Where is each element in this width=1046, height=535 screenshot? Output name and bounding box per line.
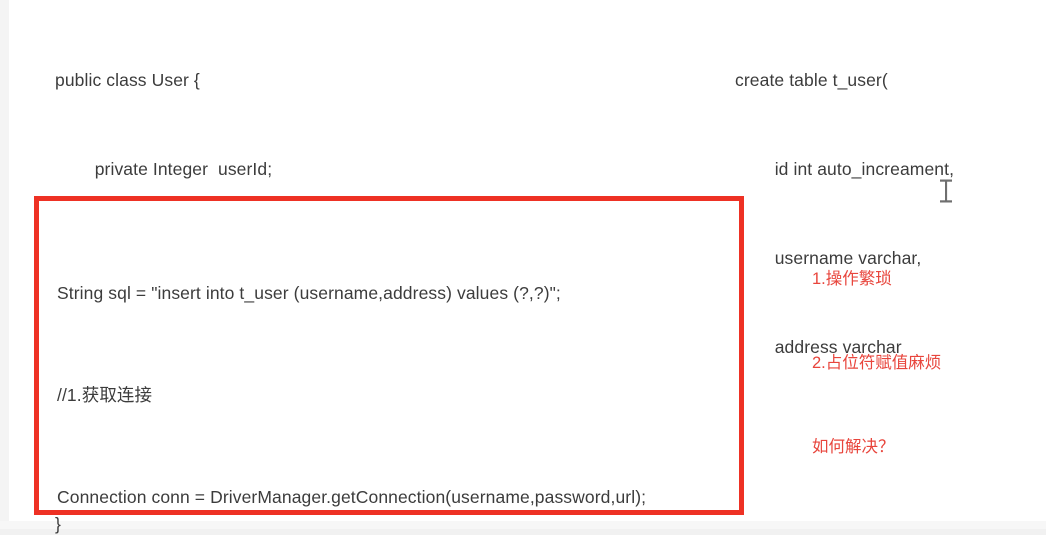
- slide-canvas: public class User { private Integer user…: [0, 0, 1046, 535]
- sql-line: id int auto_increament,: [735, 158, 955, 179]
- java-class-line: private Integer userId;: [55, 158, 273, 179]
- jdbc-code-highlight-box: String sql = "insert into t_user (userna…: [34, 196, 744, 515]
- java-class-line: public class User {: [55, 70, 200, 91]
- sql-line: create table t_user(: [735, 70, 888, 91]
- jdbc-line: Connection conn = DriverManager.getConne…: [57, 487, 647, 507]
- red-annotation-notes: 1.操作繁琐 2.占位符赋值麻烦 如何解决？: [812, 209, 941, 517]
- annotation-line: 1.操作繁琐: [812, 270, 892, 288]
- jdbc-line: //1.获取连接: [57, 385, 153, 405]
- jdbc-code-snippet: String sql = "insert into t_user (userna…: [57, 208, 646, 535]
- i-beam-text-cursor-icon: [938, 179, 954, 203]
- page-left-edge: [0, 0, 9, 535]
- jdbc-line: String sql = "insert into t_user (userna…: [57, 283, 561, 303]
- annotation-line: 2.占位符赋值麻烦: [812, 354, 942, 372]
- annotation-line: 如何解决？: [812, 438, 895, 456]
